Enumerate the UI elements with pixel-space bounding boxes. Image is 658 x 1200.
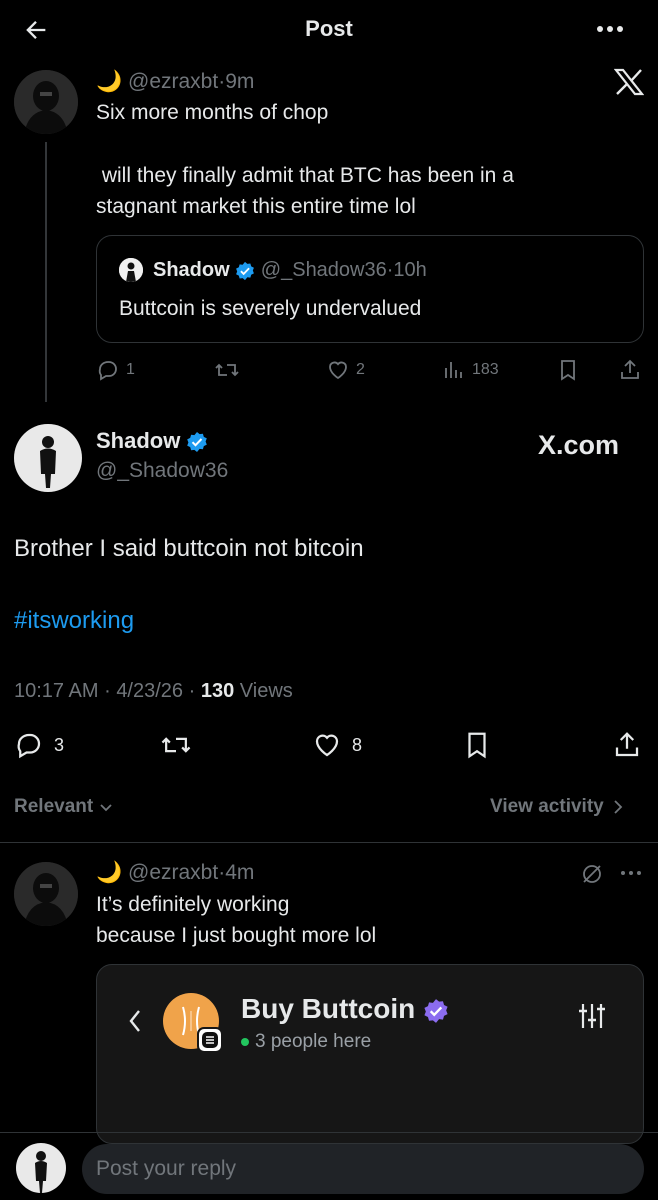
quoted-post[interactable]: Shadow @_Shadow36·10h Buttcoin is severe…	[96, 235, 644, 343]
view-count: 183	[472, 361, 499, 378]
heart-icon	[326, 358, 350, 382]
sort-label: Relevant	[14, 796, 94, 817]
verified-badge-icon	[186, 431, 208, 453]
like-count: 8	[352, 734, 363, 755]
like-action[interactable]: 2	[326, 358, 365, 382]
quote-time: 10h	[393, 259, 427, 281]
heart-icon	[312, 730, 342, 760]
avatar	[16, 1143, 66, 1193]
verified-badge-icon	[423, 998, 449, 1024]
views-count: 130	[200, 680, 235, 702]
like-count: 2	[356, 361, 365, 378]
grok-icon[interactable]	[580, 862, 604, 886]
avatar[interactable]	[14, 862, 78, 926]
views-action[interactable]: 183	[442, 358, 499, 382]
post-time[interactable]: 4m	[225, 861, 254, 884]
chevron-down-icon	[99, 800, 113, 814]
verified-badge-icon	[235, 261, 255, 281]
post-text-line1: Six more months of chop	[96, 101, 329, 124]
separator-dot: ·	[104, 680, 111, 702]
quote-avatar	[119, 258, 143, 282]
settings-sliders-icon	[577, 1001, 607, 1031]
reply-action[interactable]: 3	[14, 730, 64, 760]
quote-text: Buttcoin is severely undervalued	[119, 297, 422, 320]
chat-badge-icon	[197, 1027, 223, 1053]
sort-dropdown[interactable]: Relevant	[14, 796, 113, 818]
reply-icon	[14, 730, 44, 760]
avatar[interactable]	[14, 424, 82, 492]
post-date: 4/23/26	[116, 680, 184, 702]
avatar[interactable]	[14, 70, 78, 134]
chevron-left-icon	[127, 1007, 143, 1035]
page-title: Post	[305, 16, 353, 41]
bookmark-icon[interactable]	[462, 730, 492, 760]
quote-author-name: Shadow	[153, 259, 230, 281]
reply-placeholder: Post your reply	[96, 1157, 237, 1180]
embedded-image[interactable]: Buy Buttcoin 3 people here	[96, 964, 644, 1144]
post-meta: 10:17 AM · 4/23/26 · 130 Views	[14, 680, 293, 703]
view-activity-label: View activity	[490, 796, 604, 817]
reply-action[interactable]: 1	[96, 358, 135, 382]
more-options-icon[interactable]	[596, 22, 624, 36]
thread-line	[45, 142, 47, 402]
post-text-line2: will they finally admit that BTC has bee…	[96, 164, 514, 187]
author-handle[interactable]: @_Shadow36	[96, 459, 228, 483]
share-icon[interactable]	[612, 730, 642, 760]
group-title: Buy Buttcoin	[241, 993, 416, 1024]
post-time: 10:17 AM	[14, 680, 99, 702]
reply-count: 1	[126, 361, 135, 378]
hashtag-link[interactable]: #itsworking	[14, 607, 134, 635]
reply-text-line1: It’s definitely working	[96, 893, 290, 916]
like-action[interactable]: 8	[312, 730, 362, 760]
author-handle[interactable]: @ezraxbt	[128, 861, 218, 884]
post-text: Brother I said buttcoin not bitcoin	[14, 535, 364, 562]
reply-text-line2: because I just bought more lol	[96, 924, 377, 947]
views-chart-icon	[442, 358, 466, 382]
more-options-icon[interactable]	[620, 868, 642, 878]
author-handle[interactable]: @ezraxbt	[128, 70, 218, 93]
chevron-right-icon	[612, 799, 624, 815]
post-time[interactable]: 9m	[225, 70, 254, 93]
online-dot	[241, 1038, 249, 1046]
separator-dot: ·	[188, 680, 196, 702]
repost-icon[interactable]	[160, 730, 192, 760]
quote-author-handle: @_Shadow36	[260, 259, 387, 281]
divider	[0, 1132, 658, 1133]
author-name[interactable]: Shadow	[96, 428, 180, 453]
x-logo-icon	[614, 68, 644, 96]
views-label: Views	[239, 680, 293, 702]
reply-input[interactable]: Post your reply	[82, 1144, 644, 1194]
reply-count: 3	[54, 734, 65, 755]
people-count: 3 people here	[255, 1031, 372, 1052]
repost-icon[interactable]	[214, 358, 240, 382]
view-activity-link[interactable]: View activity	[490, 796, 624, 818]
post-text-line3: stagnant market this entire time lol	[96, 195, 416, 218]
moon-emoji: 🌙	[96, 861, 123, 884]
bookmark-icon[interactable]	[556, 358, 580, 382]
watermark-text: X.com	[538, 430, 620, 460]
moon-emoji: 🌙	[96, 70, 123, 93]
reply-icon	[96, 358, 120, 382]
divider	[0, 842, 658, 843]
share-icon[interactable]	[618, 358, 642, 382]
